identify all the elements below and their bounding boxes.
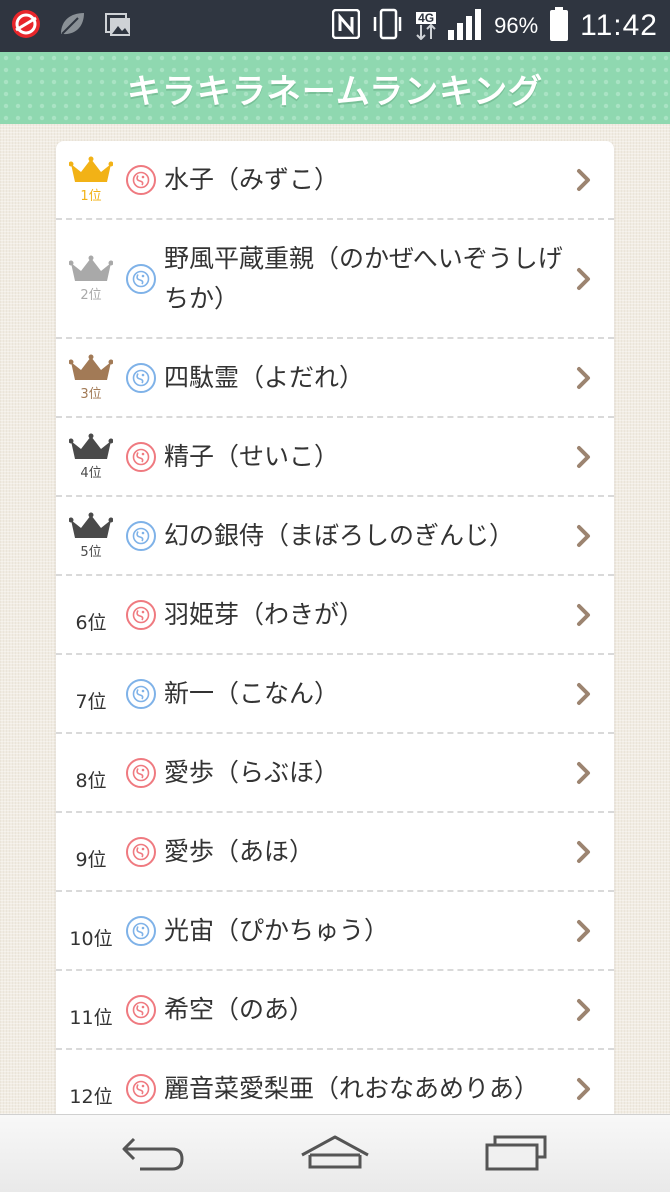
name-text: 愛歩（らぶほ） [164,757,340,787]
ranking-row[interactable]: 2位 野風平蔵重親（のかぜへいぞうしげちか） [56,220,614,339]
name-text: 幻の銀侍（まぼろしのぎんじ） [164,520,515,550]
boy-icon [126,520,156,551]
ranking-row[interactable]: 9位 愛歩（あほ） [56,813,614,892]
rank-label: 5位 [80,544,102,560]
boy-icon [126,678,156,709]
recent-apps-button[interactable] [483,1133,549,1177]
chevron-right-icon [576,682,592,706]
ranking-row[interactable]: 3位 四駄霊（よだれ） [56,339,614,418]
ranking-row[interactable]: 1位 水子（みずこ） [56,141,614,220]
rank-cell: 5位 [56,512,126,560]
chevron-right-icon [576,998,592,1022]
chevron-right-icon [576,168,592,192]
network-4g-icon: 4G [416,12,437,40]
girl-icon [126,1073,156,1104]
rank-label: 10位 [69,928,113,950]
page-title: キラキラネームランキング [126,71,544,112]
signal-icon [448,8,482,44]
rank-cell: 11位 [56,989,126,1030]
chevron-right-icon [576,445,592,469]
rank-cell: 1位 [56,156,126,204]
crown-icon [68,433,114,467]
battery-percent: 96% [494,13,539,38]
ranking-row[interactable]: 12位 麗音菜愛梨亜（れおなあめりあ） [56,1050,614,1114]
name-text: 新一（こなん） [164,678,340,708]
ranking-content[interactable]: 1位 水子（みずこ） 2位 野風平蔵重親（のかぜへいぞうしげちか） 3位 四駄霊（よだれ）… [0,124,670,1114]
ranking-row[interactable]: 7位 新一（こなん） [56,655,614,734]
chevron-right-icon [576,524,592,548]
chevron-right-icon [576,761,592,785]
app-header: キラキラネームランキング [0,52,670,124]
rank-cell: 4位 [56,433,126,481]
crown-icon [68,156,114,190]
chevron-right-icon [576,919,592,943]
ranking-row[interactable]: 11位 希空（のあ） [56,971,614,1050]
rank-label: 1位 [80,188,102,204]
gallery-icon [102,8,134,44]
rank-label: 9位 [75,849,107,871]
rank-label: 7位 [75,691,107,713]
crown-icon [68,255,114,289]
back-button[interactable] [120,1133,186,1177]
battery-icon [550,7,569,45]
navigation-bar [0,1114,670,1192]
crown-icon [68,354,114,388]
boy-icon [126,915,156,946]
name-text: 精子（せいこ） [164,441,340,471]
ranking-row[interactable]: 8位 愛歩（らぶほ） [56,734,614,813]
name-text: 水子（みずこ） [164,164,340,194]
rank-label: 12位 [69,1086,113,1108]
rank-cell: 12位 [56,1068,126,1109]
name-text: 麗音菜愛梨亜（れおなあめりあ） [164,1073,540,1103]
chevron-right-icon [576,1077,592,1101]
rank-label: 6位 [75,612,107,634]
name-text: 野風平蔵重親（のかぜへいぞうしげちか） [164,243,563,313]
girl-icon [126,836,156,867]
name-text: 四駄霊（よだれ） [164,362,365,392]
chevron-right-icon [576,366,592,390]
chevron-right-icon [576,840,592,864]
rank-label: 3位 [80,386,102,402]
ranking-list: 1位 水子（みずこ） 2位 野風平蔵重親（のかぜへいぞうしげちか） 3位 四駄霊（よだれ）… [56,141,614,1114]
girl-icon [126,757,156,788]
boy-icon [126,362,156,393]
name-text: 希空（のあ） [164,994,315,1024]
status-bar: 4G 96% 11:42 [0,0,670,52]
vibrate-icon [372,7,404,45]
rank-label: 2位 [80,287,102,303]
rank-label: 4位 [80,465,102,481]
rank-cell: 7位 [56,673,126,714]
chevron-right-icon [576,267,592,291]
girl-icon [126,441,156,472]
rank-cell: 8位 [56,752,126,793]
leaf-icon [56,8,88,44]
boy-icon [126,263,156,294]
rank-cell: 10位 [56,910,126,951]
girl-icon [126,164,156,195]
rank-cell: 3位 [56,354,126,402]
ranking-row[interactable]: 6位 羽姫芽（わきが） [56,576,614,655]
name-text: 愛歩（あほ） [164,836,315,866]
rank-label: 8位 [75,770,107,792]
girl-icon [126,994,156,1025]
name-text: 光宙（ぴかちゅう） [164,915,390,945]
ranking-row[interactable]: 10位 光宙（ぴかちゅう） [56,892,614,971]
rank-cell: 2位 [56,255,126,303]
trend-micro-icon [10,8,42,44]
ranking-row[interactable]: 4位 精子（せいこ） [56,418,614,497]
clock: 11:42 [580,9,658,42]
home-button[interactable] [298,1133,372,1177]
name-text: 羽姫芽（わきが） [164,599,365,629]
rank-cell: 9位 [56,831,126,872]
crown-icon [68,512,114,546]
chevron-right-icon [576,603,592,627]
ranking-row[interactable]: 5位 幻の銀侍（まぼろしのぎんじ） [56,497,614,576]
nfc-icon [331,8,361,43]
rank-cell: 6位 [56,594,126,635]
girl-icon [126,599,156,630]
rank-label: 11位 [69,1007,113,1029]
